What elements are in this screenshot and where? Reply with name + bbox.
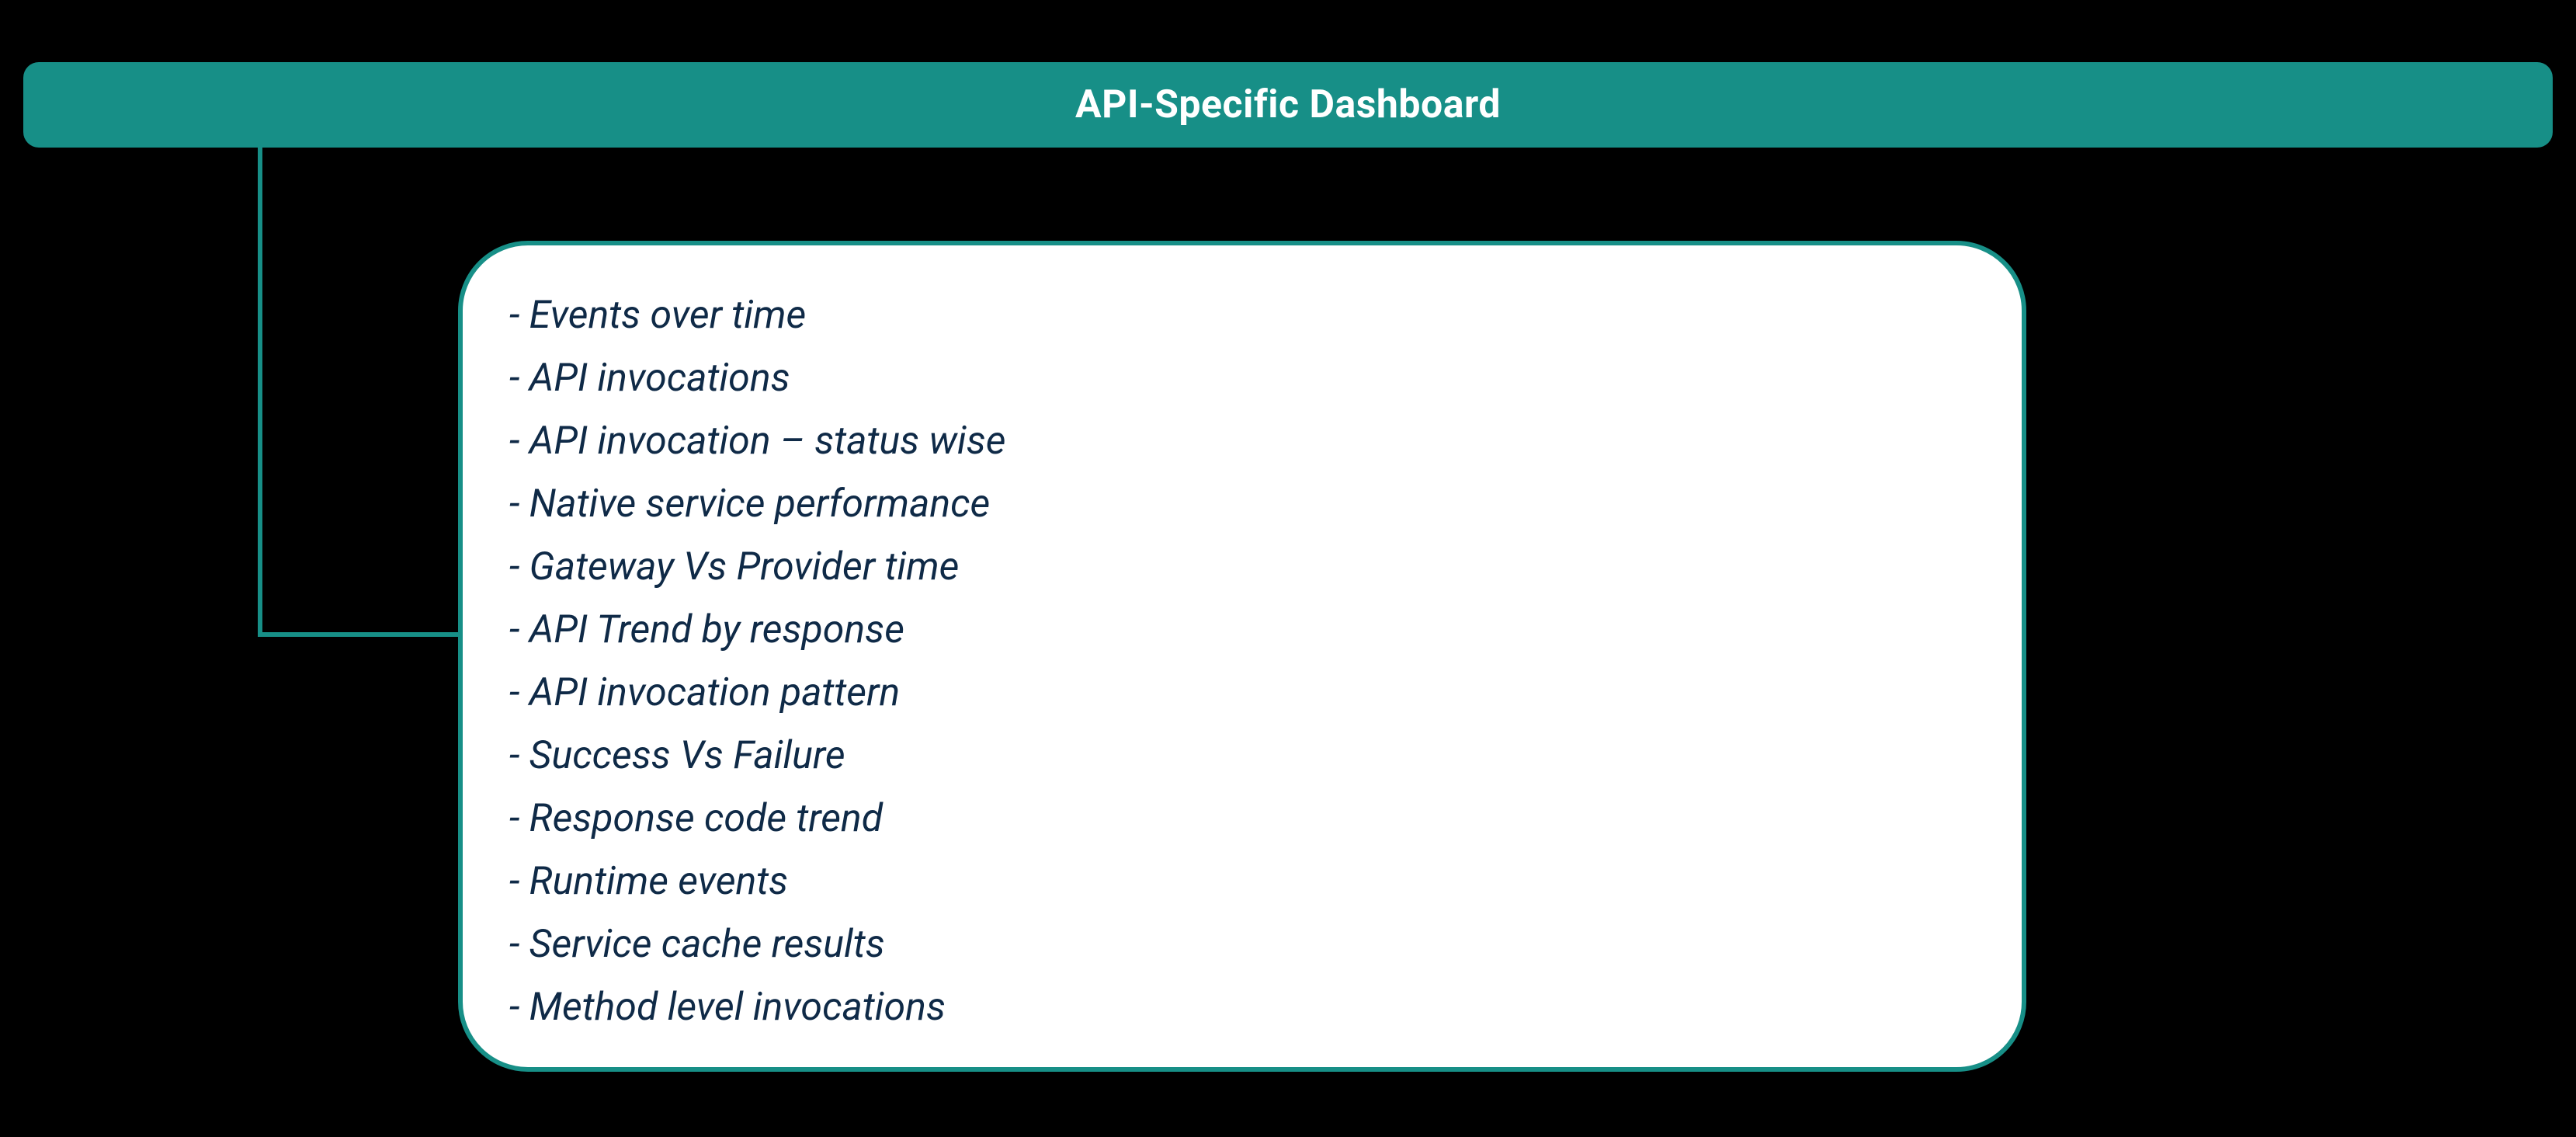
connector-horizontal (258, 632, 460, 637)
details-box: - Events over time - API invocations - A… (458, 241, 2026, 1072)
list-item: - Runtime events (509, 850, 1975, 913)
list-item: - Response code trend (509, 788, 1975, 850)
list-item: - Native service performance (509, 473, 1975, 536)
list-item: - Service cache results (509, 913, 1975, 976)
list-item: - Gateway Vs Provider time (509, 536, 1975, 599)
list-item: - Success Vs Failure (509, 725, 1975, 788)
list-item: - API invocation – status wise (509, 410, 1975, 473)
page-title: API-Specific Dashboard (1075, 82, 1501, 127)
header-bar: API-Specific Dashboard (23, 62, 2553, 148)
connector-vertical (258, 148, 262, 637)
list-item: - API invocations (509, 347, 1975, 410)
list-item: - Method level invocations (509, 976, 1975, 1039)
list-item: - Events over time (509, 284, 1975, 347)
list-item: - API invocation pattern (509, 662, 1975, 725)
list-item: - API Trend by response (509, 599, 1975, 662)
